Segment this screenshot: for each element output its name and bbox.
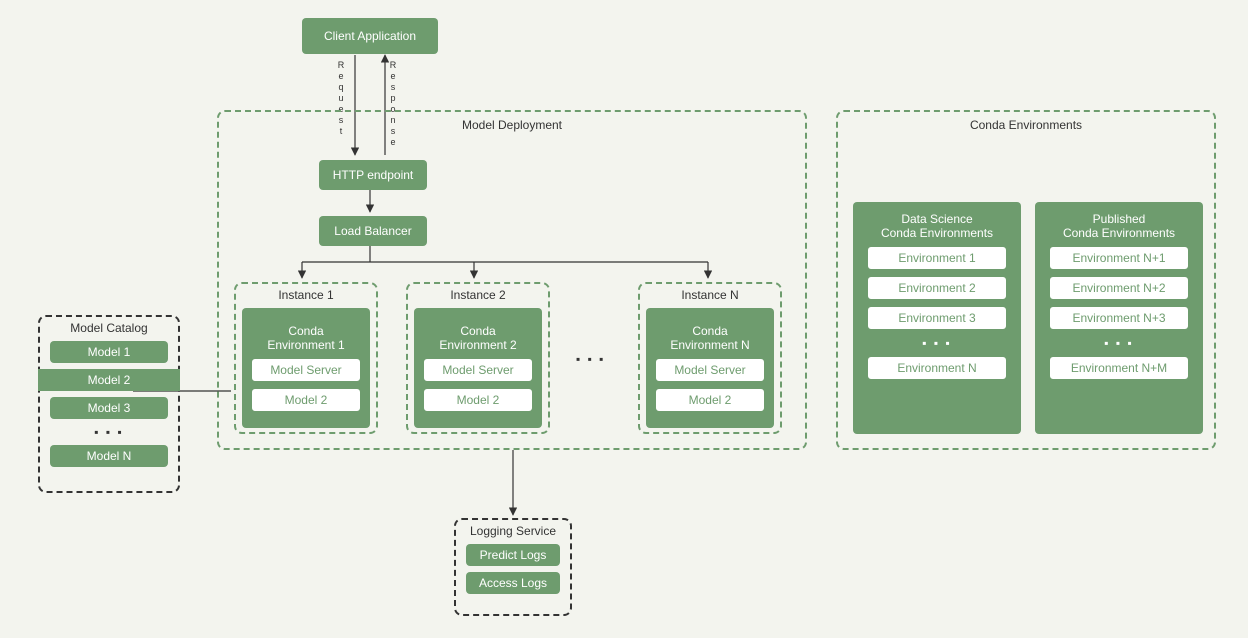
instance-2-model-server: Model Server [423,358,533,382]
client-application-box: Client Application [302,18,438,54]
instance-2-container: Instance 2 Conda Environment 2 Model Ser… [406,282,550,434]
model-catalog-item-3: Model 3 [50,397,168,419]
instance-1-env-box: Conda Environment 1 Model Server Model 2 [242,308,370,428]
pub-env-m: Environment N+M [1049,356,1189,380]
http-endpoint-box: HTTP endpoint [319,160,427,190]
client-application-label: Client Application [324,29,416,43]
model-deployment-title: Model Deployment [219,118,805,132]
published-env-title: Published Conda Environments [1063,212,1175,240]
instance-1-title: Instance 1 [236,288,376,302]
instance-n-env-label: Conda Environment N [670,324,749,352]
instance-n-title: Instance N [640,288,780,302]
data-science-env-title: Data Science Conda Environments [881,212,993,240]
instance-n-container: Instance N Conda Environment N Model Ser… [638,282,782,434]
instance-ellipsis-icon: ▪ ▪ ▪ [576,352,605,366]
ds-env-ellipsis-icon: ▪ ▪ ▪ [922,336,951,350]
instance-n-env-box: Conda Environment N Model Server Model 2 [646,308,774,428]
model-catalog-item-1: Model 1 [50,341,168,363]
model-catalog-container: Model Catalog Model 1 Model 2 Model 3 ▪ … [38,315,180,493]
logging-service-title: Logging Service [456,524,570,538]
instance-2-title: Instance 2 [408,288,548,302]
ds-env-1: Environment 1 [867,246,1007,270]
instance-1-model: Model 2 [251,388,361,412]
ds-env-n: Environment N [867,356,1007,380]
load-balancer-box: Load Balancer [319,216,427,246]
instance-1-container: Instance 1 Conda Environment 1 Model Ser… [234,282,378,434]
logging-service-container: Logging Service Predict Logs Access Logs [454,518,572,616]
pub-env-3: Environment N+3 [1049,306,1189,330]
http-endpoint-label: HTTP endpoint [333,168,414,182]
conda-environments-title: Conda Environments [838,118,1214,132]
instance-2-model: Model 2 [423,388,533,412]
data-science-env-group: Data Science Conda Environments Environm… [853,202,1021,434]
model-deployment-container: Model Deployment HTTP endpoint Load Bala… [217,110,807,450]
ds-env-2: Environment 2 [867,276,1007,300]
instance-n-model-server: Model Server [655,358,765,382]
instance-1-model-server: Model Server [251,358,361,382]
access-logs-box: Access Logs [466,572,560,594]
model-catalog-title: Model Catalog [40,321,178,335]
ds-env-3: Environment 3 [867,306,1007,330]
instance-2-env-label: Conda Environment 2 [439,324,516,352]
model-catalog-ellipsis-icon: ▪ ▪ ▪ [50,425,168,439]
pub-env-2: Environment N+2 [1049,276,1189,300]
conda-environments-container: Conda Environments Data Science Conda En… [836,110,1216,450]
pub-env-ellipsis-icon: ▪ ▪ ▪ [1104,336,1133,350]
load-balancer-label: Load Balancer [334,224,411,238]
instance-n-model: Model 2 [655,388,765,412]
published-env-group: Published Conda Environments Environment… [1035,202,1203,434]
model-catalog-item-2: Model 2 [38,369,180,391]
predict-logs-box: Predict Logs [466,544,560,566]
instance-1-env-label: Conda Environment 1 [267,324,344,352]
instance-2-env-box: Conda Environment 2 Model Server Model 2 [414,308,542,428]
model-catalog-item-n: Model N [50,445,168,467]
pub-env-1: Environment N+1 [1049,246,1189,270]
